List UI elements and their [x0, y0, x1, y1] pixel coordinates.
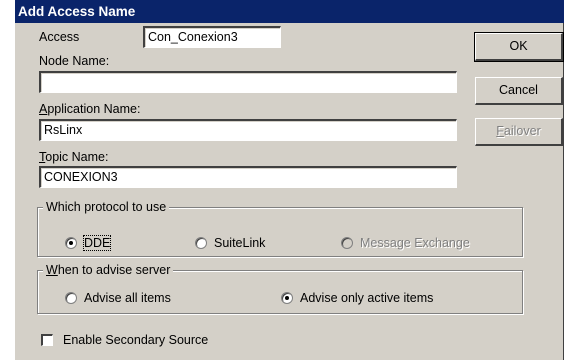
topic-name-input[interactable]: CONEXION3: [39, 166, 457, 188]
radio-advise-active-label: Advise only active items: [300, 291, 434, 305]
radio-advise-active[interactable]: Advise only active items: [281, 291, 433, 305]
radio-dde-label: DDE: [82, 235, 112, 251]
application-name-input[interactable]: RsLinx: [39, 119, 457, 141]
node-name-input[interactable]: [39, 71, 457, 93]
application-name-label: Application Name:: [39, 102, 140, 116]
topic-name-label-text: opic Name:: [45, 150, 109, 164]
radio-dde-indicator: [65, 237, 77, 249]
radio-advise-all-label: Advise all items: [84, 291, 171, 305]
application-name-label-text: pplication Name:: [47, 102, 141, 116]
radio-suitelink-indicator: [195, 237, 207, 249]
enable-secondary-source-checkbox[interactable]: Enable Secondary Source: [41, 333, 208, 347]
advise-accelerator: W: [46, 263, 58, 277]
enable-secondary-source-label: Enable Secondary Source: [63, 333, 209, 347]
failover-label: ailover: [503, 124, 541, 138]
radio-message-exchange[interactable]: Message Exchange: [341, 236, 470, 250]
advise-legend: When to advise server: [43, 263, 174, 277]
radio-suitelink[interactable]: SuiteLink: [195, 236, 265, 250]
radio-advise-all-indicator: [65, 292, 77, 304]
protocol-legend: Which protocol to use: [43, 200, 170, 214]
access-input[interactable]: Con_Conexion3: [143, 26, 281, 48]
advise-legend-text: hen to advise server: [57, 263, 171, 277]
checkbox-box: [41, 334, 53, 346]
node-name-label: Node Name:: [39, 54, 110, 68]
radio-suitelink-label: SuiteLink: [214, 236, 266, 250]
radio-advise-all[interactable]: Advise all items: [65, 291, 171, 305]
dialog-title: Add Access Name: [15, 0, 564, 23]
radio-message-exchange-label: Message Exchange: [360, 236, 470, 250]
topic-name-label: Topic Name:: [39, 150, 108, 164]
failover-accelerator: F: [496, 124, 504, 138]
cancel-button[interactable]: Cancel: [475, 77, 563, 105]
radio-dde[interactable]: DDE: [65, 235, 112, 251]
add-access-name-dialog: Add Access Name Access Con_Conexion3 Nod…: [14, 0, 564, 360]
radio-advise-active-indicator: [281, 292, 293, 304]
ok-button[interactable]: OK: [474, 32, 564, 62]
failover-button[interactable]: Failover: [475, 118, 563, 146]
access-label: Access: [39, 30, 80, 44]
radio-message-exchange-indicator: [341, 237, 353, 249]
